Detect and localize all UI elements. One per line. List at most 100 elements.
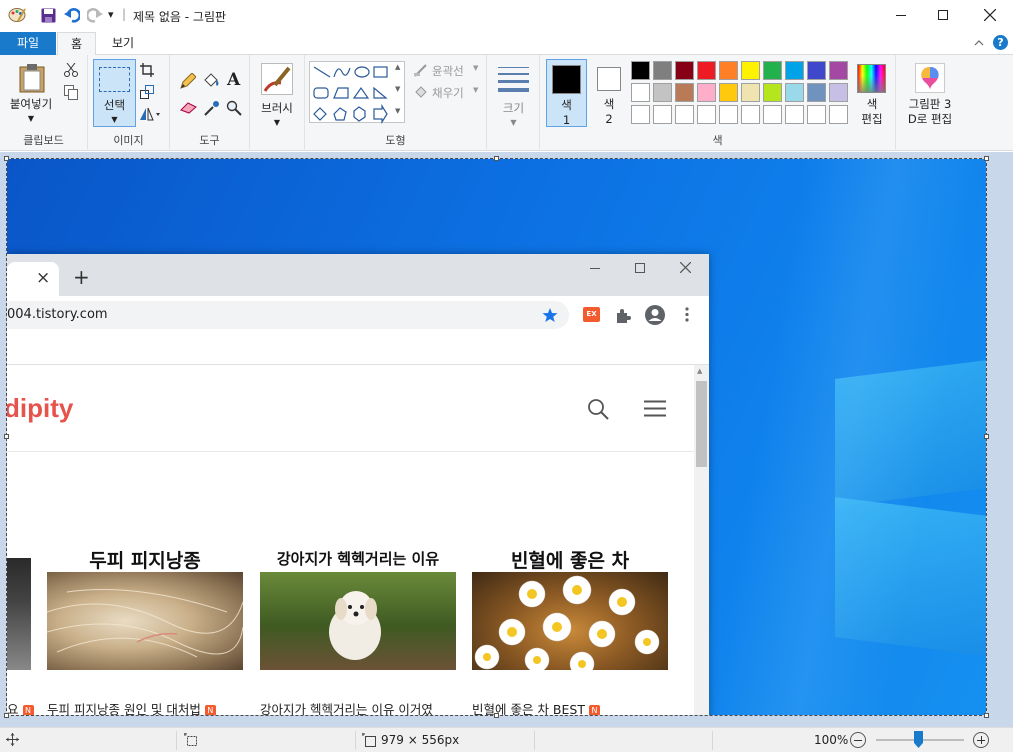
palette-swatch[interactable]: [631, 105, 650, 124]
page-scrollbar[interactable]: ▲: [694, 365, 709, 715]
palette-swatch[interactable]: [807, 61, 826, 80]
profile-avatar-icon[interactable]: [644, 304, 666, 326]
palette-swatch[interactable]: [675, 105, 694, 124]
magnifier-icon[interactable]: [226, 100, 242, 116]
shapes-more-icon[interactable]: ▼: [395, 107, 400, 115]
crop-icon[interactable]: [140, 63, 154, 77]
color2-button[interactable]: 색 2: [591, 59, 627, 127]
tab-file[interactable]: 파일: [0, 32, 56, 55]
scroll-up-icon[interactable]: ▲: [697, 367, 702, 375]
card-2-thumbnail[interactable]: 강아지가 헥헥거리는 이유: [260, 542, 456, 670]
browser-menu-icon[interactable]: [685, 307, 689, 322]
palette-swatch[interactable]: [719, 105, 738, 124]
collapse-ribbon-icon[interactable]: [974, 39, 984, 46]
fill-button[interactable]: 채우기: [432, 85, 464, 101]
palette-swatch[interactable]: [763, 83, 782, 102]
copy-icon[interactable]: [64, 85, 78, 100]
browser-close-icon[interactable]: [680, 262, 691, 273]
rotate-icon[interactable]: [139, 107, 161, 121]
brushes-button[interactable]: 브러시 ▼: [254, 59, 300, 127]
tab-close-icon[interactable]: ×: [36, 268, 50, 288]
undo-icon[interactable]: [64, 7, 80, 23]
palette-swatch[interactable]: [675, 83, 694, 102]
palette-swatch[interactable]: [829, 61, 848, 80]
card-1-caption[interactable]: 두피 피지낭종 원인 및 대처법 N: [47, 699, 216, 715]
palette-swatch[interactable]: [675, 61, 694, 80]
extensions-puzzle-icon[interactable]: [615, 307, 631, 323]
palette-swatch[interactable]: [653, 83, 672, 102]
palette-swatch[interactable]: [829, 105, 848, 124]
new-tab-icon[interactable]: +: [73, 265, 90, 289]
color-picker-icon[interactable]: [204, 100, 220, 116]
palette-swatch[interactable]: [741, 105, 760, 124]
site-title[interactable]: dipity: [7, 393, 73, 424]
card-2-caption[interactable]: 강아지가 헥헥거리는 이유 이거였: [260, 699, 433, 715]
paste-button[interactable]: 붙여넣기 ▼: [5, 59, 57, 127]
browser-tab[interactable]: ×: [7, 262, 59, 296]
resize-handle-right[interactable]: [984, 434, 989, 439]
palette-swatch[interactable]: [631, 61, 650, 80]
palette-swatch[interactable]: [829, 83, 848, 102]
edit-with-paint3d-button[interactable]: 그림판 3 D로 편집: [902, 59, 958, 127]
maximize-button[interactable]: [920, 0, 966, 31]
palette-swatch[interactable]: [697, 105, 716, 124]
browser-minimize-icon[interactable]: [590, 268, 600, 269]
shapes-scroll-down-icon[interactable]: ▼: [395, 85, 400, 93]
outline-button[interactable]: 윤곽선: [432, 63, 464, 79]
text-icon[interactable]: A: [227, 70, 240, 90]
select-button[interactable]: 선택 ▼: [93, 59, 136, 127]
palette-swatch[interactable]: [653, 105, 672, 124]
palette-swatch[interactable]: [741, 61, 760, 80]
zoom-in-button[interactable]: [973, 732, 989, 748]
extension-badge-icon[interactable]: EX: [583, 307, 600, 322]
resize-icon[interactable]: [140, 85, 154, 99]
card-1-thumbnail[interactable]: 두피 피지낭종: [47, 542, 243, 670]
card-3-caption[interactable]: 빈혈에 좋은 차 BEST N: [472, 699, 600, 715]
zoom-out-button[interactable]: [850, 732, 866, 748]
tab-home[interactable]: 홈: [57, 32, 96, 56]
resize-handle-bottom[interactable]: [494, 713, 499, 718]
size-button[interactable]: 크기 ▼: [491, 59, 536, 127]
quick-access-dropdown[interactable]: ▾: [108, 8, 114, 21]
eraser-icon[interactable]: [180, 101, 197, 114]
palette-swatch[interactable]: [807, 105, 826, 124]
palette-swatch[interactable]: [719, 61, 738, 80]
color1-button[interactable]: 색 1: [546, 59, 587, 127]
palette-swatch[interactable]: [697, 61, 716, 80]
close-button[interactable]: [966, 0, 1013, 31]
pencil-icon[interactable]: [180, 73, 196, 89]
edit-colors-button[interactable]: 색 편집: [853, 59, 891, 127]
fill-icon[interactable]: [202, 73, 220, 89]
canvas-image[interactable]: × + 004.tistory.com EX dipity ▲ 요 N 두피 피…: [7, 159, 986, 715]
minimize-button[interactable]: [878, 0, 924, 31]
palette-swatch[interactable]: [763, 61, 782, 80]
scrollbar-thumb[interactable]: [696, 381, 707, 467]
address-bar[interactable]: 004.tistory.com: [7, 301, 569, 329]
zoom-slider-thumb[interactable]: [914, 731, 923, 748]
palette-swatch[interactable]: [807, 83, 826, 102]
bookmark-star-icon[interactable]: [542, 307, 558, 323]
cut-icon[interactable]: [64, 63, 78, 77]
browser-maximize-icon[interactable]: [635, 263, 645, 273]
paint-app-icon[interactable]: [8, 7, 26, 23]
tab-view[interactable]: 보기: [100, 32, 146, 56]
site-search-icon[interactable]: [587, 398, 609, 420]
palette-swatch[interactable]: [697, 83, 716, 102]
redo-icon[interactable]: [87, 7, 103, 23]
resize-handle-bottom-right[interactable]: [984, 713, 989, 718]
partial-card-thumbnail[interactable]: [7, 542, 31, 670]
save-icon[interactable]: [41, 8, 56, 23]
palette-swatch[interactable]: [785, 105, 804, 124]
palette-swatch[interactable]: [631, 83, 650, 102]
palette-swatch[interactable]: [741, 83, 760, 102]
palette-swatch[interactable]: [653, 61, 672, 80]
partial-card-caption[interactable]: 요N: [7, 699, 34, 715]
site-menu-icon[interactable]: [644, 400, 666, 417]
shapes-scroll-up-icon[interactable]: ▲: [395, 63, 400, 71]
card-3-thumbnail[interactable]: 빈혈에 좋은 차: [472, 542, 668, 670]
palette-swatch[interactable]: [785, 61, 804, 80]
help-icon[interactable]: ?: [993, 35, 1008, 50]
palette-swatch[interactable]: [763, 105, 782, 124]
palette-swatch[interactable]: [719, 83, 738, 102]
palette-swatch[interactable]: [785, 83, 804, 102]
